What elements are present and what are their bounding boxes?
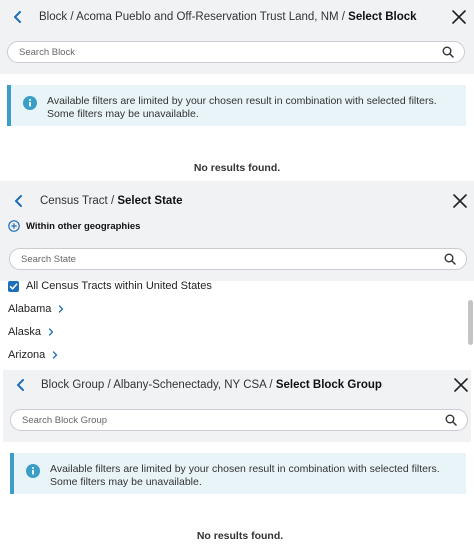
state-item-label: Alaska bbox=[8, 326, 42, 338]
search-icon[interactable] bbox=[441, 45, 455, 59]
plus-circle-icon bbox=[8, 220, 20, 232]
breadcrumb: Census Tract / Select State bbox=[40, 195, 183, 207]
breadcrumb: Block / Acoma Pueblo and Off-Reservation… bbox=[39, 11, 417, 23]
info-text-line1: Available filters are limited by your ch… bbox=[47, 95, 437, 107]
search-block-input[interactable] bbox=[8, 42, 441, 62]
no-results-message: No results found. bbox=[193, 162, 281, 174]
block-group-panel-header: Block Group / Albany-Schenectady, NY CSA… bbox=[3, 370, 471, 442]
search-icon[interactable] bbox=[443, 252, 457, 266]
state-item-arizona[interactable]: Arizona bbox=[8, 349, 58, 361]
search-state-input[interactable] bbox=[10, 249, 443, 269]
info-banner: Available filters are limited by your ch… bbox=[7, 85, 466, 126]
search-icon[interactable] bbox=[444, 413, 458, 427]
info-icon bbox=[26, 464, 40, 478]
within-other-geographies-label: Within other geographies bbox=[26, 220, 141, 232]
scrollbar-thumb[interactable] bbox=[468, 300, 473, 345]
all-census-tracts-label: All Census Tracts within United States bbox=[26, 280, 212, 292]
info-text-line2: Some filters may be unavailable. bbox=[47, 107, 199, 120]
census-tract-panel-header: Census Tract / Select State Within other… bbox=[0, 181, 474, 281]
breadcrumb: Block Group / Albany-Schenectady, NY CSA… bbox=[41, 379, 382, 391]
search-block-group-field[interactable] bbox=[10, 409, 468, 431]
within-other-geographies-toggle[interactable]: Within other geographies bbox=[8, 220, 140, 232]
back-arrow-icon[interactable] bbox=[14, 378, 28, 392]
search-block-group-input[interactable] bbox=[11, 410, 444, 430]
close-icon[interactable] bbox=[451, 9, 467, 25]
info-text-line1: Available filters are limited by your ch… bbox=[50, 463, 440, 475]
close-icon[interactable] bbox=[452, 193, 468, 209]
breadcrumb-current: Select Block Group bbox=[275, 379, 382, 391]
info-icon bbox=[23, 96, 37, 110]
back-arrow-icon[interactable] bbox=[12, 194, 26, 208]
breadcrumb-current: Select Block bbox=[348, 11, 417, 23]
no-results-message: No results found. bbox=[196, 530, 284, 542]
state-item-label: Alabama bbox=[8, 303, 52, 315]
chevron-right-icon bbox=[48, 328, 54, 336]
breadcrumb-path: Block / Acoma Pueblo and Off-Reservation… bbox=[39, 11, 349, 23]
breadcrumb-current: Select State bbox=[117, 195, 183, 207]
state-item-alaska[interactable]: Alaska bbox=[8, 326, 54, 338]
back-arrow-icon[interactable] bbox=[11, 10, 25, 24]
state-item-label: Arizona bbox=[8, 349, 46, 361]
breadcrumb-path: Block Group / Albany-Schenectady, NY CSA… bbox=[41, 379, 276, 391]
chevron-right-icon bbox=[59, 305, 64, 313]
chevron-right-icon bbox=[53, 351, 58, 359]
search-block-field[interactable] bbox=[7, 41, 465, 63]
all-census-tracts-option[interactable]: All Census Tracts within United States bbox=[8, 280, 212, 292]
breadcrumb-path: Census Tract / bbox=[40, 195, 118, 207]
search-state-field[interactable] bbox=[9, 248, 467, 270]
all-census-tracts-checkbox[interactable] bbox=[8, 280, 19, 292]
block-panel-header: Block / Acoma Pueblo and Off-Reservation… bbox=[0, 0, 474, 74]
info-text-line2: Some filters may be unavailable. bbox=[50, 475, 202, 488]
state-item-alabama[interactable]: Alabama bbox=[8, 303, 64, 315]
checkmark-icon bbox=[9, 282, 18, 290]
info-banner: Available filters are limited by your ch… bbox=[10, 453, 466, 494]
close-icon[interactable] bbox=[453, 377, 469, 393]
